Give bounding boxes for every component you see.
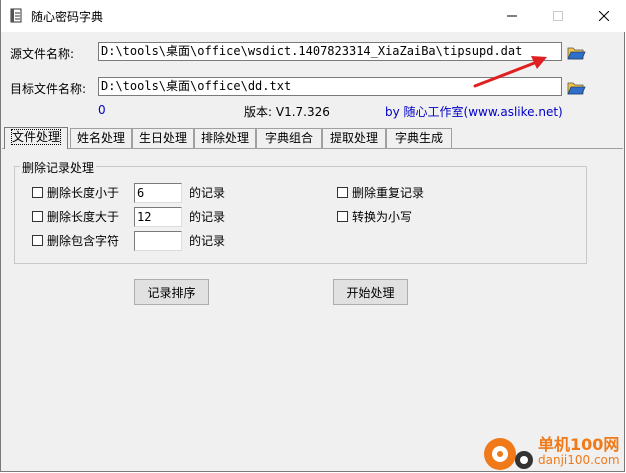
min-length-label: 删除长度小于 [47,186,120,200]
minimize-button[interactable] [489,0,535,32]
tab-file-processing[interactable]: 文件处理 [4,127,68,149]
watermark-url: danji100.com [538,453,620,467]
tab-exclude-processing[interactable]: 排除处理 [194,128,256,148]
title-bar: 随心密码字典 [1,0,626,32]
max-length-input[interactable]: 12 [134,207,182,227]
dedupe-label: 删除重复记录 [352,186,425,200]
close-icon [599,11,609,21]
version-label: 版本: V1.7.326 [244,105,330,119]
source-file-label: 源文件名称: [10,47,75,61]
annotation-arrow [473,56,547,88]
tab-label: 姓名处理 [76,131,125,145]
tab-label: 字典生成 [394,131,443,145]
lowercase-checkbox[interactable] [337,211,348,222]
site-watermark: 单机100网 danji100.com [480,428,626,473]
maximize-button[interactable] [535,0,581,32]
maximize-icon [553,11,563,21]
tab-extract-processing[interactable]: 提取处理 [322,128,386,148]
tab-label: 文件处理 [10,129,62,145]
tab-dictionary-generate[interactable]: 字典生成 [386,128,452,148]
sort-records-button[interactable]: 记录排序 [134,279,209,305]
min-length-input[interactable]: 6 [134,183,182,203]
tab-label: 排除处理 [200,131,249,145]
record-suffix-label: 的记录 [189,210,226,224]
tab-name-processing[interactable]: 姓名处理 [70,128,132,148]
start-processing-button[interactable]: 开始处理 [333,279,408,305]
lowercase-label: 转换为小写 [352,210,413,224]
record-suffix-label: 的记录 [189,186,226,200]
dedupe-checkbox[interactable] [337,187,348,198]
group-title: 删除记录处理 [20,159,97,176]
app-icon [10,8,22,23]
contains-chars-label: 删除包含字符 [47,234,120,248]
watermark-logo-icon [484,438,533,470]
open-folder-icon[interactable] [566,79,586,97]
target-file-label: 目标文件名称: [10,82,87,96]
close-button[interactable] [581,0,626,32]
max-length-checkbox[interactable] [32,211,43,222]
contains-chars-checkbox[interactable] [32,235,43,246]
watermark-title: 单机100网 [538,435,620,454]
window-title: 随心密码字典 [31,10,104,24]
record-suffix-label: 的记录 [189,234,226,248]
record-count: 0 [98,103,106,117]
minimize-icon [507,15,517,17]
contains-chars-input[interactable] [134,231,182,251]
open-folder-icon[interactable] [566,44,586,62]
tab-label: 提取处理 [329,131,378,145]
tab-birthday-processing[interactable]: 生日处理 [132,128,194,148]
app-window: 随心密码字典 源文件名称: D:\tools\桌面\office\wsdict.… [0,0,626,472]
min-length-checkbox[interactable] [32,187,43,198]
credit-link[interactable]: by 随心工作室(www.aslike.net) [385,103,563,120]
tab-label: 字典组合 [264,131,313,145]
tab-dictionary-combine[interactable]: 字典组合 [256,128,322,148]
tab-label: 生日处理 [138,131,187,145]
max-length-label: 删除长度大于 [47,210,120,224]
